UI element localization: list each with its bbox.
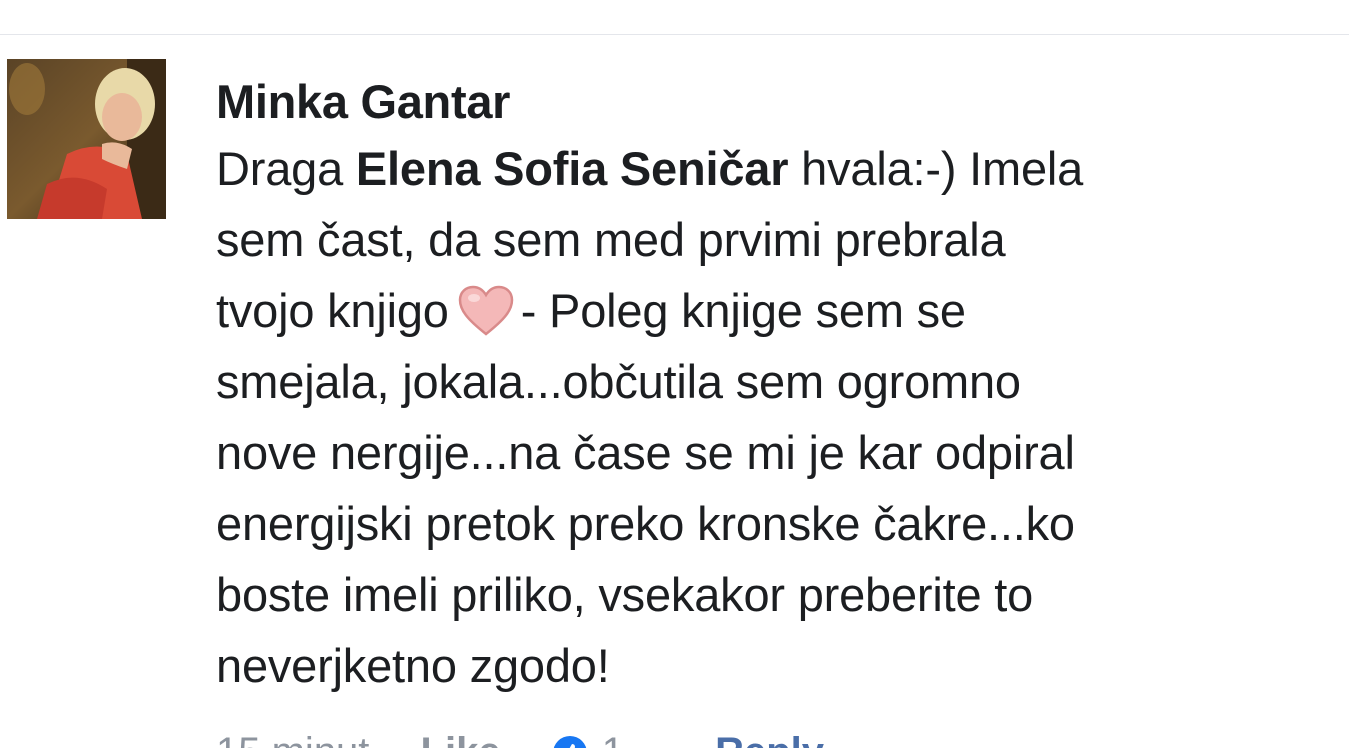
reply-button[interactable]: Reply <box>715 730 824 748</box>
comment-text: tvojo knjigo <box>216 284 449 337</box>
comment-line: boste imeli priliko, vsekakor preberite … <box>216 568 1034 621</box>
comment-line: neverjketno zgodo! <box>216 639 610 692</box>
top-divider <box>0 34 1349 35</box>
comment-time[interactable]: 15 minut <box>216 730 369 748</box>
avatar[interactable] <box>7 59 166 219</box>
comment-author[interactable]: Minka Gantar <box>216 70 1326 134</box>
reaction-count-value: 1 <box>602 730 624 748</box>
comment-text: hvala:-) Imela <box>788 142 1084 195</box>
like-button[interactable]: Like <box>421 730 501 748</box>
comment-actions: 15 minut Like 1 Reply <box>216 732 864 748</box>
heart-icon <box>458 285 514 336</box>
comment-line: energijski pretok preko kronske čakre...… <box>216 497 1075 550</box>
comment-line: sem čast, da sem med prvimi prebrala <box>216 213 1006 266</box>
comment-text: - Poleg knjige sem se <box>520 284 966 337</box>
comment-line: Draga Elena Sofia Seničar hvala:-) Imela <box>216 133 1326 204</box>
comment-line: tvojo knjigo - Poleg knjige sem se <box>216 275 1326 346</box>
comment-text: Draga <box>216 142 356 195</box>
comment-line: smejala, jokala...občutila sem ogromno <box>216 355 1021 408</box>
thumbs-up-icon <box>553 736 586 748</box>
comment-line: nove nergije...na čase se mi je kar odpi… <box>216 426 1075 479</box>
mention-link[interactable]: Elena Sofia Seničar <box>356 142 789 195</box>
comment-body: Draga Elena Sofia Seničar hvala:-) Imela… <box>216 133 1326 701</box>
profile-photo-icon <box>7 59 166 219</box>
comment: Minka Gantar Draga Elena Sofia Seničar h… <box>216 70 1326 701</box>
reaction-count[interactable]: 1 <box>552 730 664 748</box>
